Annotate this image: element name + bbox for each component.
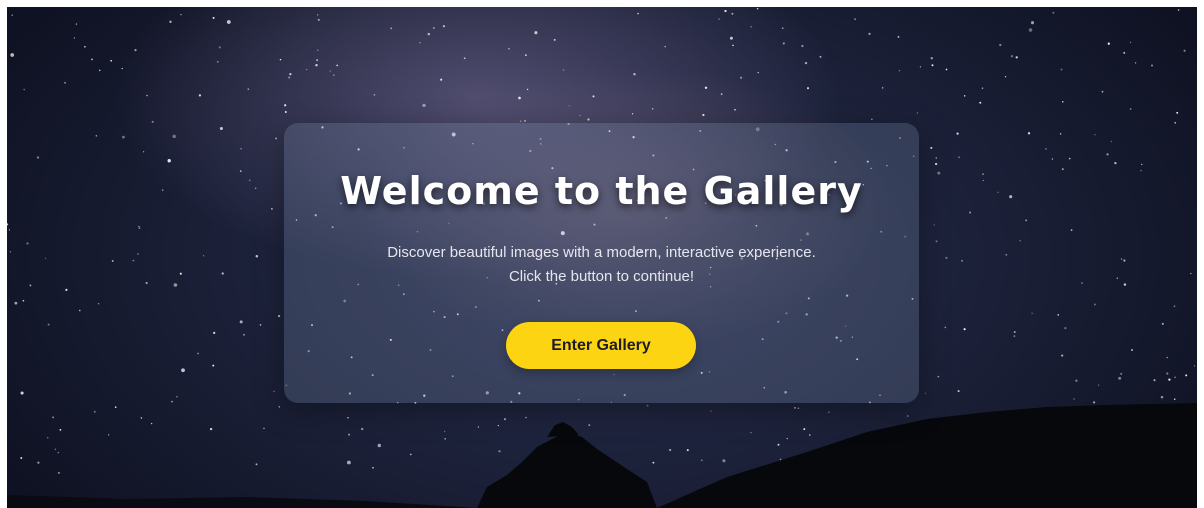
description-line-1: Discover beautiful images with a modern,…	[387, 244, 816, 261]
description-line-2: Click the button to continue!	[508, 268, 695, 285]
page-title: Welcome to the Gallery	[340, 169, 863, 213]
hero-background: Welcome to the Gallery Discover beautifu…	[7, 7, 1197, 508]
welcome-description: Discover beautiful images with a modern,…	[284, 241, 919, 289]
enter-gallery-button[interactable]: Enter Gallery	[506, 322, 696, 369]
window-top-edge	[0, 0, 1204, 7]
welcome-card: Welcome to the Gallery Discover beautifu…	[284, 123, 919, 403]
window-left-edge	[0, 0, 7, 508]
